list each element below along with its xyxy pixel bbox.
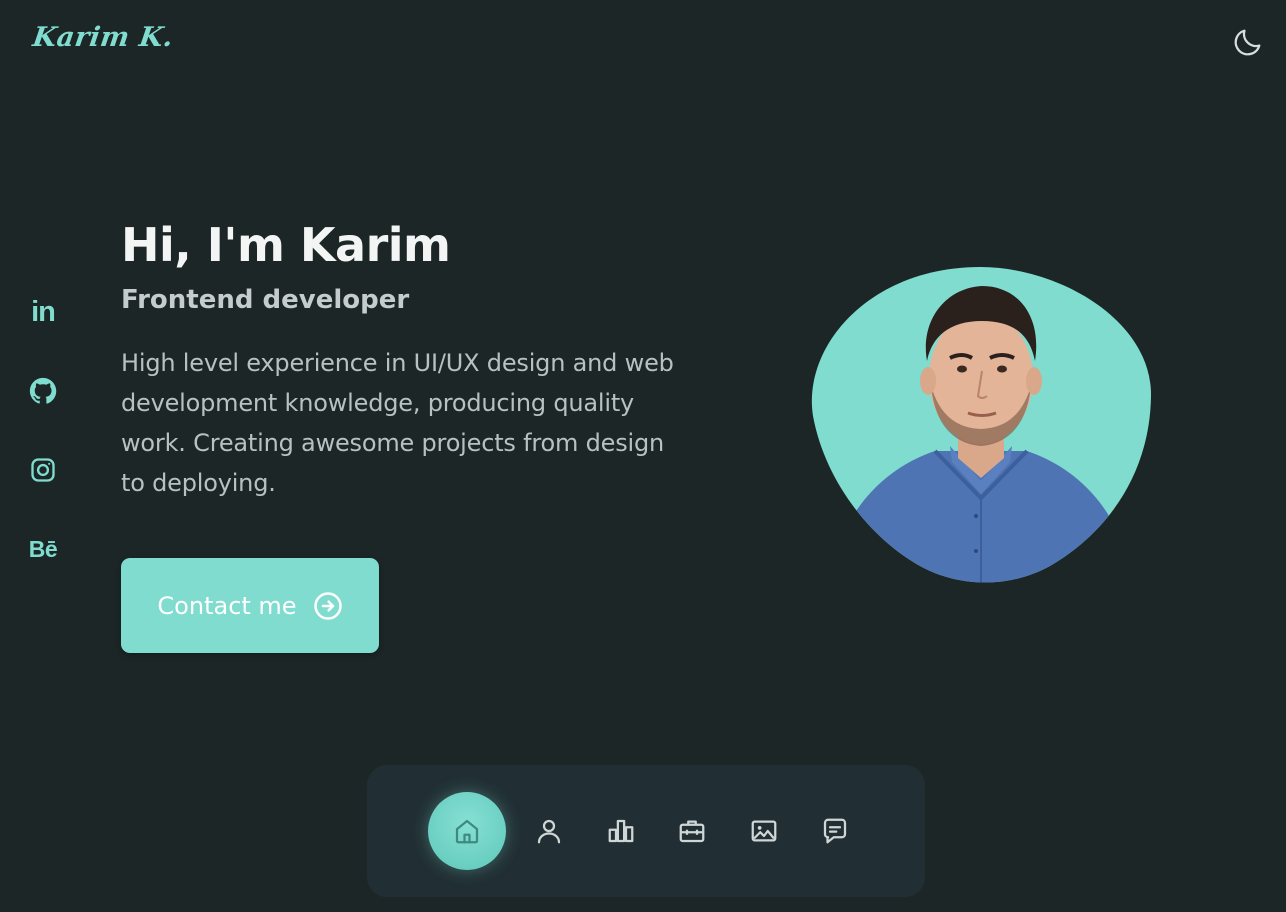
bar-chart-icon: [608, 819, 634, 843]
nav-item-about[interactable]: [510, 792, 588, 870]
github-link[interactable]: [26, 373, 60, 409]
hero-subtitle: Frontend developer: [121, 285, 410, 315]
home-icon: [455, 819, 479, 844]
logo[interactable]: Karim K.: [31, 22, 176, 53]
nav-item-portfolio[interactable]: [725, 792, 803, 870]
social-links: in Bē: [26, 294, 60, 567]
bottom-nav: [367, 765, 925, 897]
github-icon: [29, 377, 57, 404]
contact-me-label: Contact me: [157, 591, 297, 620]
nav-item-services[interactable]: [653, 792, 731, 870]
profile-photo: [810, 266, 1152, 584]
message-icon: [823, 818, 847, 844]
nav-item-home[interactable]: [428, 792, 506, 870]
image-icon: [751, 820, 777, 842]
behance-icon: Bē: [28, 535, 58, 562]
page: Karim K. in Bē Hi, I'm Karim Frontend de…: [0, 0, 1286, 912]
nav-item-contact[interactable]: [796, 792, 874, 870]
contact-me-button[interactable]: Contact me: [121, 558, 379, 653]
arrow-circle-right-icon: [313, 591, 342, 620]
nav-item-skills[interactable]: [582, 792, 660, 870]
linkedin-icon: in: [31, 295, 56, 328]
briefcase-icon: [679, 820, 705, 843]
instagram-link[interactable]: [26, 452, 60, 488]
behance-link[interactable]: Bē: [26, 531, 60, 567]
user-icon: [537, 819, 561, 844]
hero-title: Hi, I'm Karim: [121, 218, 451, 272]
hero-description: High level experience in UI/UX design an…: [121, 349, 674, 497]
instagram-icon: [31, 458, 55, 482]
linkedin-link[interactable]: in: [26, 294, 60, 330]
theme-toggle-button[interactable]: [1228, 22, 1268, 62]
moon-icon: [1234, 29, 1261, 56]
